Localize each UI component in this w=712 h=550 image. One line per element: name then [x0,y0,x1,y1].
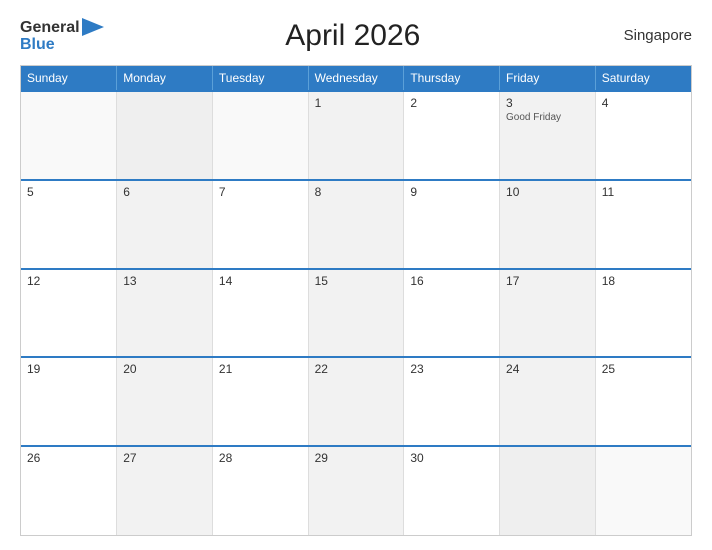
calendar-day-cell [21,91,117,180]
day-number: 26 [27,451,110,465]
day-number: 10 [506,185,589,199]
day-number: 20 [123,362,206,376]
day-number: 4 [602,96,685,110]
calendar-day-cell [117,91,213,180]
calendar-day-cell: 24 [500,357,596,446]
day-number: 24 [506,362,589,376]
day-number: 19 [27,362,110,376]
calendar-day-cell: 11 [595,180,691,269]
calendar-day-cell: 2 [404,91,500,180]
calendar-day-cell: 13 [117,269,213,358]
calendar-day-cell: 18 [595,269,691,358]
logo-general-text: General [20,20,80,36]
calendar-day-cell: 8 [308,180,404,269]
col-monday: Monday [117,66,213,91]
calendar-day-cell: 5 [21,180,117,269]
holiday-label: Good Friday [506,112,589,123]
calendar-day-cell: 23 [404,357,500,446]
day-number: 17 [506,274,589,288]
day-number: 28 [219,451,302,465]
calendar-day-cell [212,91,308,180]
calendar-day-cell: 1 [308,91,404,180]
day-number: 7 [219,185,302,199]
day-number: 6 [123,185,206,199]
calendar-day-cell: 10 [500,180,596,269]
day-number: 11 [602,185,685,199]
day-number: 18 [602,274,685,288]
day-number: 1 [315,96,398,110]
day-number: 5 [27,185,110,199]
calendar-week-row: 26 27 28 29 30 [21,446,691,535]
day-number: 3 [506,96,589,110]
calendar-day-cell: 25 [595,357,691,446]
calendar-day-cell: 9 [404,180,500,269]
calendar-week-row: 56789 10 11 [21,180,691,269]
day-number: 13 [123,274,206,288]
calendar-day-cell: 21 [212,357,308,446]
day-number: 25 [602,362,685,376]
calendar-day-cell: 26 [21,446,117,535]
calendar-title: April 2026 [104,19,602,53]
calendar-day-cell: 29 [308,446,404,535]
col-wednesday: Wednesday [308,66,404,91]
day-number: 22 [315,362,398,376]
col-friday: Friday [500,66,596,91]
calendar-day-cell: 27 [117,446,213,535]
day-number: 16 [410,274,493,288]
calendar-day-cell [500,446,596,535]
calendar-day-cell: 30 [404,446,500,535]
header: General Blue April 2026 Singapore [20,18,692,53]
day-number: 9 [410,185,493,199]
page: General Blue April 2026 Singapore Sunday… [0,0,712,550]
calendar-day-cell: 6 [117,180,213,269]
calendar: Sunday Monday Tuesday Wednesday Thursday… [20,65,692,536]
day-number: 30 [410,451,493,465]
calendar-week-row: 19 20 21 22 23 24 25 [21,357,691,446]
col-tuesday: Tuesday [212,66,308,91]
calendar-day-cell: 14 [212,269,308,358]
calendar-day-cell: 17 [500,269,596,358]
calendar-week-row: 12 13 14 15 16 17 18 [21,269,691,358]
logo-blue-text: Blue [20,37,104,53]
calendar-day-cell: 12 [21,269,117,358]
calendar-day-cell: 4 [595,91,691,180]
calendar-day-cell: 20 [117,357,213,446]
col-thursday: Thursday [404,66,500,91]
calendar-day-cell: 7 [212,180,308,269]
calendar-day-cell: 22 [308,357,404,446]
day-number: 12 [27,274,110,288]
calendar-week-row: 123 Good Friday 4 [21,91,691,180]
day-number: 29 [315,451,398,465]
day-number: 21 [219,362,302,376]
logo-flag-icon [82,18,104,36]
logo: General Blue [20,18,104,53]
region-label: Singapore [602,27,692,44]
weekday-header-row: Sunday Monday Tuesday Wednesday Thursday… [21,66,691,91]
calendar-day-cell: 3 Good Friday [500,91,596,180]
calendar-day-cell [595,446,691,535]
calendar-day-cell: 15 [308,269,404,358]
day-number: 2 [410,96,493,110]
day-number: 15 [315,274,398,288]
calendar-day-cell: 19 [21,357,117,446]
day-number: 23 [410,362,493,376]
day-number: 27 [123,451,206,465]
calendar-day-cell: 16 [404,269,500,358]
col-saturday: Saturday [595,66,691,91]
calendar-day-cell: 28 [212,446,308,535]
day-number: 8 [315,185,398,199]
col-sunday: Sunday [21,66,117,91]
day-number: 14 [219,274,302,288]
